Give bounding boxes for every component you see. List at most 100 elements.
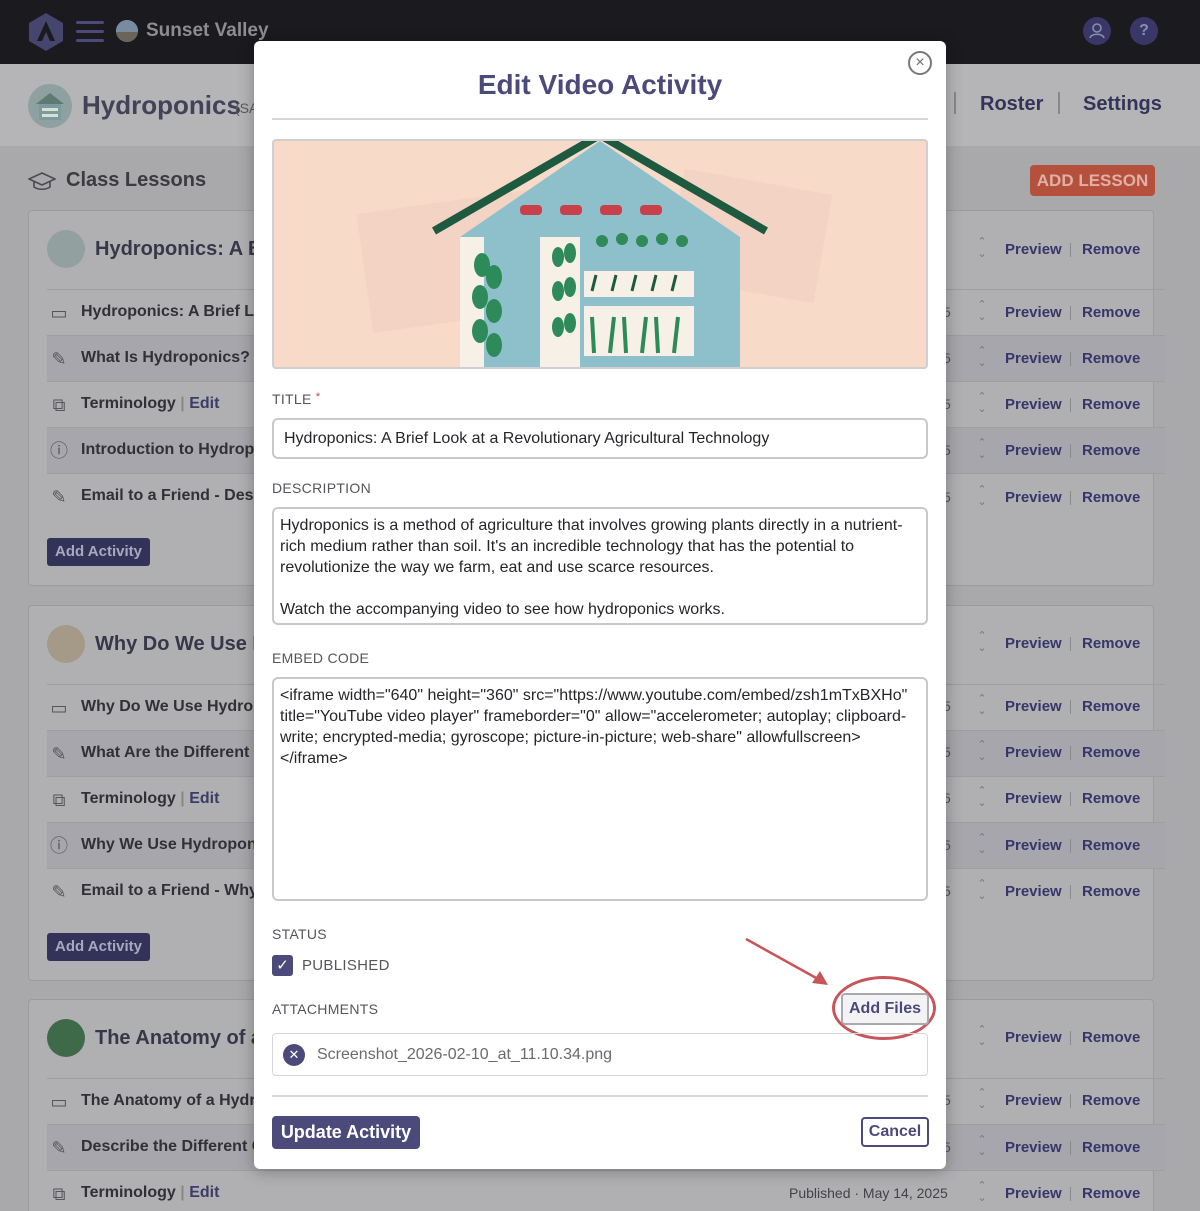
reorder-icon[interactable]: ⌃ ⌄	[975, 878, 989, 906]
preview-link[interactable]: Preview	[1005, 635, 1062, 652]
remove-link[interactable]: Remove	[1082, 883, 1140, 900]
preview-link[interactable]: Preview	[1005, 396, 1062, 413]
update-activity-button[interactable]: Update Activity	[272, 1116, 420, 1149]
add-lesson-button[interactable]: ADD LESSON	[1030, 165, 1155, 196]
lesson-title[interactable]: Hydroponics: A Bri	[95, 238, 276, 261]
activity-title[interactable]: What Is Hydroponics? E	[81, 349, 269, 367]
reorder-icon[interactable]: ⌃ ⌄	[975, 1180, 989, 1208]
reorder-icon[interactable]: ⌃ ⌄	[975, 299, 989, 327]
menu-icon[interactable]	[76, 21, 104, 43]
reorder-icon[interactable]: ⌃ ⌄	[975, 630, 989, 658]
remove-link[interactable]: Remove	[1082, 1185, 1140, 1202]
tab-roster[interactable]: Roster	[980, 93, 1043, 116]
preview-link[interactable]: Preview	[1005, 883, 1062, 900]
description-textarea[interactable]: Hydroponics is a method of agriculture t…	[272, 507, 928, 625]
action-divider	[1070, 398, 1071, 412]
action-divider	[1070, 352, 1071, 366]
lesson-title[interactable]: Why Do We Use Hy	[95, 633, 278, 656]
remove-link[interactable]: Remove	[1082, 790, 1140, 807]
remove-link[interactable]: Remove	[1082, 241, 1140, 258]
remove-link[interactable]: Remove	[1082, 1139, 1140, 1156]
activity-title[interactable]: Describe the Different Co	[81, 1138, 273, 1156]
preview-link[interactable]: Preview	[1005, 790, 1062, 807]
reorder-icon[interactable]: ⌃ ⌄	[975, 832, 989, 860]
remove-link[interactable]: Remove	[1082, 350, 1140, 367]
remove-link[interactable]: Remove	[1082, 396, 1140, 413]
activity-title[interactable]: Terminology | Edit	[81, 790, 219, 808]
embed-code-textarea[interactable]: <iframe width="640" height="360" src="ht…	[272, 677, 928, 901]
cancel-button[interactable]: Cancel	[861, 1117, 929, 1147]
add-files-button[interactable]: Add Files	[841, 993, 929, 1025]
activity-title[interactable]: What Are the Different U	[81, 744, 265, 762]
school-name[interactable]: Sunset Valley	[146, 20, 269, 42]
title-input[interactable]: Hydroponics: A Brief Look at a Revolutio…	[272, 418, 928, 459]
published-label[interactable]: PUBLISHED	[302, 957, 390, 974]
reorder-icon[interactable]: ⌃ ⌄	[975, 345, 989, 373]
edit-link[interactable]: Edit	[189, 395, 219, 412]
activity-title[interactable]: Why Do We Use Hydropo	[81, 698, 273, 716]
edit-link[interactable]: Edit	[189, 1184, 219, 1201]
tab-settings[interactable]: Settings	[1083, 93, 1162, 116]
preview-link[interactable]: Preview	[1005, 489, 1062, 506]
preview-link[interactable]: Preview	[1005, 837, 1062, 854]
action-divider	[1070, 839, 1071, 853]
reorder-icon[interactable]: ⌃ ⌄	[975, 437, 989, 465]
preview-link[interactable]: Preview	[1005, 350, 1062, 367]
published-checkbox[interactable]: ✓	[272, 955, 293, 976]
activity-title[interactable]: Terminology | Edit	[81, 1184, 219, 1202]
reorder-icon[interactable]: ⌃ ⌄	[975, 1087, 989, 1115]
remove-link[interactable]: Remove	[1082, 304, 1140, 321]
remove-attachment-icon[interactable]: ✕	[283, 1044, 305, 1066]
activity-title[interactable]: Hydroponics: A Brief Loo	[81, 303, 274, 321]
attachment-filename[interactable]: Screenshot_2026-02-10_at_11.10.34.png	[317, 1046, 612, 1064]
remove-link[interactable]: Remove	[1082, 698, 1140, 715]
remove-link[interactable]: Remove	[1082, 744, 1140, 761]
preview-link[interactable]: Preview	[1005, 744, 1062, 761]
flashcards-icon: ⧉	[52, 395, 66, 415]
activity-title[interactable]: Introduction to Hydropo	[81, 441, 264, 459]
reorder-icon[interactable]: ⌃ ⌄	[975, 1134, 989, 1162]
remove-link[interactable]: Remove	[1082, 837, 1140, 854]
remove-link[interactable]: Remove	[1082, 635, 1140, 652]
add-activity-button[interactable]: Add Activity	[47, 538, 150, 566]
remove-link[interactable]: Remove	[1082, 489, 1140, 506]
preview-link[interactable]: Preview	[1005, 698, 1062, 715]
reorder-icon[interactable]: ⌃ ⌄	[975, 391, 989, 419]
reorder-icon[interactable]: ⌃ ⌄	[975, 1024, 989, 1052]
action-divider	[1070, 1094, 1071, 1108]
annotation-arrow-icon	[745, 937, 828, 985]
app-logo-icon[interactable]	[26, 11, 66, 53]
preview-link[interactable]: Preview	[1005, 1185, 1062, 1202]
edit-link[interactable]: Edit	[189, 790, 219, 807]
activity-title[interactable]: Email to a Friend - Why W	[81, 882, 277, 900]
reorder-icon[interactable]: ⌃ ⌄	[975, 785, 989, 813]
preview-link[interactable]: Preview	[1005, 241, 1062, 258]
video-icon: ▭	[50, 1092, 68, 1112]
required-marker: *	[315, 391, 321, 403]
video-thumbnail[interactable]	[272, 139, 928, 369]
title-label: TITLE *	[272, 391, 321, 407]
user-icon[interactable]	[1083, 17, 1111, 45]
activity-title[interactable]: Why We Use Hydroponic	[81, 836, 270, 854]
reorder-icon[interactable]: ⌃ ⌄	[975, 484, 989, 512]
attachment-item: ✕ Screenshot_2026-02-10_at_11.10.34.png	[272, 1033, 928, 1076]
preview-link[interactable]: Preview	[1005, 1029, 1062, 1046]
preview-link[interactable]: Preview	[1005, 304, 1062, 321]
remove-link[interactable]: Remove	[1082, 1092, 1140, 1109]
action-divider	[1070, 1141, 1071, 1155]
reorder-icon[interactable]: ⌃ ⌄	[975, 236, 989, 264]
remove-link[interactable]: Remove	[1082, 442, 1140, 459]
preview-link[interactable]: Preview	[1005, 1092, 1062, 1109]
activity-title[interactable]: Terminology | Edit	[81, 395, 219, 413]
preview-link[interactable]: Preview	[1005, 442, 1062, 459]
activity-title[interactable]: Email to a Friend - Descri	[81, 487, 273, 505]
remove-link[interactable]: Remove	[1082, 1029, 1140, 1046]
reorder-icon[interactable]: ⌃ ⌄	[975, 739, 989, 767]
reorder-icon[interactable]: ⌃ ⌄	[975, 693, 989, 721]
activity-title[interactable]: The Anatomy of a Hydrop	[81, 1092, 275, 1110]
pencil-icon: ✎	[51, 487, 67, 507]
help-icon[interactable]: ?	[1130, 17, 1158, 45]
preview-link[interactable]: Preview	[1005, 1139, 1062, 1156]
add-activity-button[interactable]: Add Activity	[47, 933, 150, 961]
action-divider	[1070, 1031, 1071, 1045]
